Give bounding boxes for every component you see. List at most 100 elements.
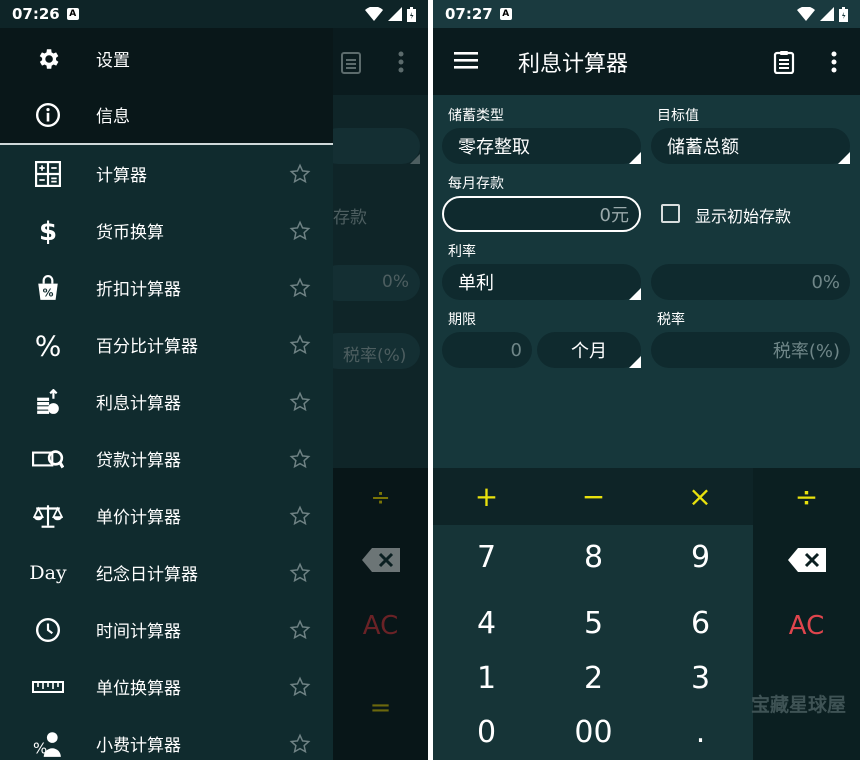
monthly-deposit-value: 0元: [599, 205, 629, 226]
digit-key[interactable]: 2: [540, 651, 647, 706]
favorite-star-icon[interactable]: [289, 619, 311, 641]
drawer-item-clock[interactable]: 时间计算器: [0, 601, 333, 658]
svg-text:%: %: [35, 331, 62, 359]
digit-key[interactable]: 00: [540, 705, 647, 760]
rate-type-select[interactable]: 单利: [442, 264, 641, 300]
digit-key[interactable]: 9: [647, 530, 754, 585]
signal-icon: [388, 7, 402, 21]
digit-key[interactable]: 4: [433, 596, 540, 651]
drawer-item-label: 利息计算器: [96, 394, 181, 414]
tax-input[interactable]: 税率(%): [651, 332, 850, 368]
tip-icon: %: [32, 728, 64, 760]
dropdown-indicator-icon: [838, 152, 850, 164]
dollar-icon: $: [32, 215, 64, 247]
favorite-star-icon[interactable]: [289, 334, 311, 356]
svg-text:%: %: [43, 286, 54, 299]
ruler-icon: [32, 671, 64, 703]
drawer-item-label: 百分比计算器: [96, 337, 198, 357]
digit-key[interactable]: 5: [540, 596, 647, 651]
drawer-item-calculator[interactable]: 计算器: [0, 145, 333, 202]
drawer-item-settings[interactable]: 设置: [0, 30, 333, 87]
favorite-star-icon[interactable]: [289, 562, 311, 584]
more-icon[interactable]: [830, 51, 838, 77]
period-input[interactable]: 0: [442, 332, 532, 368]
favorite-star-icon[interactable]: [289, 220, 311, 242]
favorite-star-icon[interactable]: [289, 448, 311, 470]
background-label: 存款: [333, 208, 367, 228]
more-icon: [398, 51, 404, 73]
divide-key[interactable]: ÷: [753, 468, 860, 525]
tax-placeholder: 税率(%): [772, 341, 840, 362]
signal-icon: [820, 7, 834, 21]
clock-icon: [32, 614, 64, 646]
interest-form: 储蓄类型 零存整取 目标值 储蓄总额 每月存款 0元 显示初始存款 利率 单利 …: [433, 95, 860, 468]
drawer-item-tip[interactable]: % 小费计算器: [0, 715, 333, 760]
digit-key[interactable]: .: [647, 705, 754, 760]
favorite-star-icon[interactable]: [289, 163, 311, 185]
monthly-label: 每月存款: [448, 176, 504, 192]
drawer-item-scale[interactable]: 单价计算器: [0, 487, 333, 544]
digit-key[interactable]: 7: [433, 530, 540, 585]
svg-text:$: $: [39, 217, 57, 245]
digit-key[interactable]: 8: [540, 530, 647, 585]
favorite-star-icon[interactable]: [289, 676, 311, 698]
digit-key[interactable]: 0: [433, 705, 540, 760]
day-icon: Day: [29, 561, 67, 584]
rate-input[interactable]: 0%: [651, 264, 850, 300]
gear-icon: [32, 43, 64, 75]
plus-key[interactable]: +: [433, 468, 540, 525]
drawer-item-label: 纪念日计算器: [96, 565, 198, 585]
drawer-item-discount-bag[interactable]: % 折扣计算器: [0, 259, 333, 316]
savings-type-value: 零存整取: [458, 137, 530, 158]
favorite-star-icon[interactable]: [289, 277, 311, 299]
show-initial-checkbox[interactable]: [661, 204, 680, 223]
drawer-item-day[interactable]: Day 纪念日计算器: [0, 544, 333, 601]
digit-key[interactable]: 3: [647, 651, 754, 706]
drawer-item-label: 设置: [96, 51, 130, 71]
notification-icon: A: [499, 8, 512, 20]
toolbar: 利息计算器: [433, 28, 860, 95]
savings-type-select[interactable]: 零存整取: [442, 128, 641, 164]
drawer-item-dollar[interactable]: $ 货币换算: [0, 202, 333, 259]
target-select[interactable]: 储蓄总额: [651, 128, 850, 164]
favorite-star-icon[interactable]: [289, 505, 311, 527]
dropdown-indicator-icon: [629, 356, 641, 368]
favorite-star-icon[interactable]: [289, 391, 311, 413]
right-screen: 利息计算器 储蓄类型 零存整取 目标值 储蓄总额 每月存款 0元 显示初始存款 …: [433, 0, 860, 760]
background-clear-key: AC: [362, 611, 399, 641]
backspace-icon[interactable]: [753, 530, 860, 590]
rate-label: 利率: [448, 244, 476, 260]
menu-icon[interactable]: [454, 50, 478, 74]
monthly-deposit-input[interactable]: 0元: [442, 196, 641, 232]
status-bar: 07:27 A: [433, 0, 860, 28]
drawer-item-label: 单价计算器: [96, 508, 181, 528]
multiply-key[interactable]: ×: [647, 468, 753, 525]
background-divide-key: ÷: [370, 482, 391, 511]
clipboard-icon[interactable]: [773, 50, 795, 78]
drawer-item-percent[interactable]: % 百分比计算器: [0, 316, 333, 373]
drawer-item-interest-coins[interactable]: 利息计算器: [0, 373, 333, 430]
digit-key[interactable]: 1: [433, 651, 540, 706]
drawer-item-label: 信息: [96, 107, 130, 127]
drawer-header: 设置 信息: [0, 28, 333, 143]
drawer-item-label: 单位换算器: [96, 679, 181, 699]
drawer-item-label: 折扣计算器: [96, 280, 181, 300]
drawer-item-info[interactable]: 信息: [0, 86, 333, 143]
info-icon: [32, 99, 64, 131]
minus-key[interactable]: −: [540, 468, 647, 525]
drawer-item-label: 计算器: [96, 166, 147, 186]
drawer-item-ruler[interactable]: 单位换算器: [0, 658, 333, 715]
clear-key[interactable]: AC: [753, 596, 860, 656]
wifi-icon: [797, 7, 815, 21]
navigation-drawer: 设置 信息 计算器 $ 货币换算% 折扣计算器% 百分比计算器 利息计算器 贷款计算器 单价计…: [0, 28, 333, 760]
favorite-star-icon[interactable]: [289, 733, 311, 755]
calculator-icon: [32, 158, 64, 190]
period-unit-select[interactable]: 个月: [537, 332, 641, 368]
drawer-item-loan[interactable]: 贷款计算器: [0, 430, 333, 487]
battery-icon: [839, 6, 848, 22]
background-keypad: ÷ AC =: [333, 468, 428, 760]
scale-icon: [32, 500, 64, 532]
digit-key[interactable]: 6: [647, 596, 754, 651]
page-title: 利息计算器: [518, 51, 629, 77]
loan-icon: [32, 443, 64, 475]
